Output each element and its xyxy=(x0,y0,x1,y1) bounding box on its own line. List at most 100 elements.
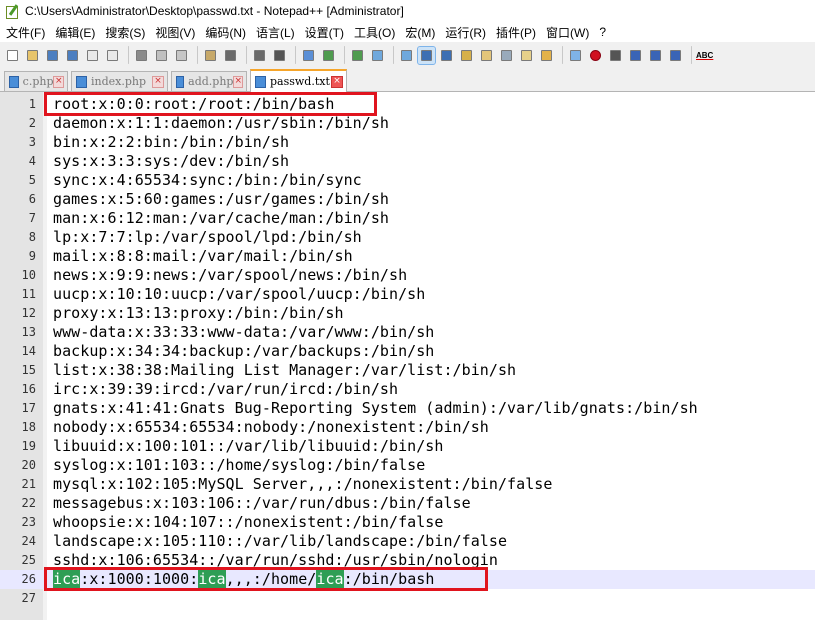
menu-window[interactable]: 窗口(W) xyxy=(541,24,594,41)
menu-search[interactable]: 搜索(S) xyxy=(100,24,150,41)
editor-line[interactable]: 26 ica:x:1000:1000:ica,,,:/home/ica:/bin/… xyxy=(0,570,815,589)
undo-icon[interactable] xyxy=(222,47,239,64)
word-wrap-icon[interactable] xyxy=(417,45,436,65)
monitoring-icon[interactable] xyxy=(567,47,584,64)
editor-line[interactable]: 8 lp:x:7:7:lp:/var/spool/lpd:/bin/sh xyxy=(0,228,815,247)
tab-add-php[interactable]: add.php × xyxy=(171,71,247,91)
menu-view[interactable]: 视图(V) xyxy=(150,24,200,41)
zoom-out-icon[interactable] xyxy=(349,47,366,64)
editor-line[interactable]: 18 nobody:x:65534:65534:nobody:/nonexiste… xyxy=(0,418,815,437)
menu-language[interactable]: 语言(L) xyxy=(251,24,300,41)
editor-area[interactable]: 1 root:x:0:0:root:/root:/bin/bash 2 daemon:… xyxy=(0,92,815,620)
new-file-icon[interactable] xyxy=(4,47,21,64)
close-icon[interactable] xyxy=(84,47,101,64)
run-macro-multiple-icon[interactable] xyxy=(647,47,664,64)
toolbar-separator xyxy=(344,46,345,64)
copy-icon[interactable] xyxy=(173,47,190,64)
paste-icon[interactable] xyxy=(202,47,219,64)
line-number: 5 xyxy=(28,173,36,187)
editor-line[interactable]: 27 xyxy=(0,589,815,608)
save-all-icon[interactable] xyxy=(64,47,81,64)
editor-line[interactable]: 23 whoopsie:x:104:107::/nonexistent:/bin/… xyxy=(0,513,815,532)
editor-line[interactable]: 11 uucp:x:10:10:uucp:/var/spool/uucp:/bin… xyxy=(0,285,815,304)
record-macro-icon[interactable] xyxy=(587,47,604,64)
line-text: messagebus:x:103:106::/var/run/dbus:/bin… xyxy=(53,494,471,512)
menu-macro[interactable]: 宏(M) xyxy=(400,24,440,41)
line-number: 27 xyxy=(21,591,36,605)
open-file-icon[interactable] xyxy=(24,47,41,64)
editor-line[interactable]: 7 man:x:6:12:man:/var/cache/man:/bin/sh xyxy=(0,209,815,228)
folder-as-workspace-icon[interactable] xyxy=(538,47,555,64)
user-lang-icon[interactable] xyxy=(478,47,495,64)
editor-line[interactable]: 6 games:x:5:60:games:/usr/games:/bin/sh xyxy=(0,190,815,209)
close-tab-icon[interactable]: × xyxy=(53,75,64,88)
tab-c-php[interactable]: c.php × xyxy=(4,71,68,91)
editor-line[interactable]: 5 sync:x:4:65534:sync:/bin:/bin/sync xyxy=(0,171,815,190)
spellcheck-icon[interactable]: ABC xyxy=(696,47,713,64)
line-text: list:x:38:38:Mailing List Manager:/var/l… xyxy=(53,361,517,379)
tab-index-php[interactable]: index.php × xyxy=(71,71,168,91)
line-number: 11 xyxy=(21,287,36,301)
editor-line[interactable]: 4 sys:x:3:3:sys:/dev:/bin/sh xyxy=(0,152,815,171)
line-text: ica:x:1000:1000:ica,,,:/home/ica:/bin/ba… xyxy=(53,570,434,589)
line-text: landscape:x:105:110::/var/lib/landscape:… xyxy=(53,532,508,550)
stop-record-icon[interactable] xyxy=(607,47,624,64)
indent-guide-icon[interactable] xyxy=(458,47,475,64)
editor-line[interactable]: 3 bin:x:2:2:bin:/bin:/bin/sh xyxy=(0,133,815,152)
play-macro-icon[interactable] xyxy=(627,47,644,64)
editor-line[interactable]: 1 root:x:0:0:root:/root:/bin/bash xyxy=(0,95,815,114)
menu-help[interactable]: ? xyxy=(594,25,611,39)
menu-edit[interactable]: 编辑(E) xyxy=(50,24,100,41)
close-tab-icon[interactable]: × xyxy=(152,75,164,88)
replace-icon[interactable] xyxy=(300,47,317,64)
editor-line[interactable]: 9 mail:x:8:8:mail:/var/mail:/bin/sh xyxy=(0,247,815,266)
editor-line[interactable]: 15 list:x:38:38:Mailing List Manager:/var… xyxy=(0,361,815,380)
editor-line[interactable]: 2 daemon:x:1:1:daemon:/usr/sbin:/bin/sh xyxy=(0,114,815,133)
zoom-in-icon[interactable] xyxy=(320,47,337,64)
function-list-icon[interactable] xyxy=(518,47,535,64)
tab-label: passwd.txt xyxy=(270,75,330,88)
close-all-icon[interactable] xyxy=(104,47,121,64)
editor-line[interactable]: 14 backup:x:34:34:backup:/var/backups:/bi… xyxy=(0,342,815,361)
line-number: 3 xyxy=(28,135,36,149)
redo-icon[interactable] xyxy=(251,47,268,64)
editor-line[interactable]: 22 messagebus:x:103:106::/var/run/dbus:/b… xyxy=(0,494,815,513)
editor-line[interactable]: 25 sshd:x:106:65534::/var/run/sshd:/usr/s… xyxy=(0,551,815,570)
cut-icon[interactable] xyxy=(153,47,170,64)
editor-line[interactable]: 17 gnats:x:41:41:Gnats Bug-Reporting Syst… xyxy=(0,399,815,418)
sync-horizontal-icon[interactable] xyxy=(398,47,415,64)
line-number: 7 xyxy=(28,211,36,225)
editor-line[interactable]: 20 syslog:x:101:103::/home/syslog:/bin/fa… xyxy=(0,456,815,475)
close-tab-icon[interactable]: × xyxy=(233,75,243,88)
find-icon[interactable] xyxy=(271,47,288,64)
menu-settings[interactable]: 设置(T) xyxy=(300,24,349,41)
menu-tools[interactable]: 工具(O) xyxy=(349,24,400,41)
editor-line[interactable]: 10 news:x:9:9:news:/var/spool/news:/bin/s… xyxy=(0,266,815,285)
doc-map-icon[interactable] xyxy=(498,47,515,64)
editor-line[interactable]: 12 proxy:x:13:13:proxy:/bin:/bin/sh xyxy=(0,304,815,323)
line-text: sshd:x:106:65534::/var/run/sshd:/usr/sbi… xyxy=(53,551,498,569)
editor-line[interactable]: 16 irc:x:39:39:ircd:/var/run/ircd:/bin/sh xyxy=(0,380,815,399)
save-icon[interactable] xyxy=(44,47,61,64)
toolbar-separator xyxy=(393,46,394,64)
menu-encoding[interactable]: 编码(N) xyxy=(200,24,251,41)
tab-passwd-txt[interactable]: passwd.txt × xyxy=(250,69,347,92)
menu-plugins[interactable]: 插件(P) xyxy=(491,24,541,41)
line-text: syslog:x:101:103::/home/syslog:/bin/fals… xyxy=(53,456,426,474)
line-text: games:x:5:60:games:/usr/games:/bin/sh xyxy=(53,190,389,208)
close-tab-icon[interactable]: × xyxy=(331,75,343,88)
save-macro-icon[interactable] xyxy=(667,47,684,64)
editor-line[interactable]: 24 landscape:x:105:110::/var/lib/landscap… xyxy=(0,532,815,551)
tab-label: c.php xyxy=(22,75,54,88)
menu-file[interactable]: 文件(F) xyxy=(0,24,50,41)
editor-line[interactable]: 21 mysql:x:102:105:MySQL Server,,,:/nonex… xyxy=(0,475,815,494)
sync-vertical-icon[interactable] xyxy=(369,47,386,64)
menu-run[interactable]: 运行(R) xyxy=(440,24,491,41)
toolbar-separator xyxy=(197,46,198,64)
show-all-chars-icon[interactable] xyxy=(438,47,455,64)
editor-line[interactable]: 13 www-data:x:33:33:www-data:/var/www:/bi… xyxy=(0,323,815,342)
editor-line[interactable]: 19 libuuid:x:100:101::/var/lib/libuuid:/b… xyxy=(0,437,815,456)
print-icon[interactable] xyxy=(133,47,150,64)
line-text: proxy:x:13:13:proxy:/bin:/bin/sh xyxy=(53,304,344,322)
notepadpp-app-icon xyxy=(5,4,19,19)
